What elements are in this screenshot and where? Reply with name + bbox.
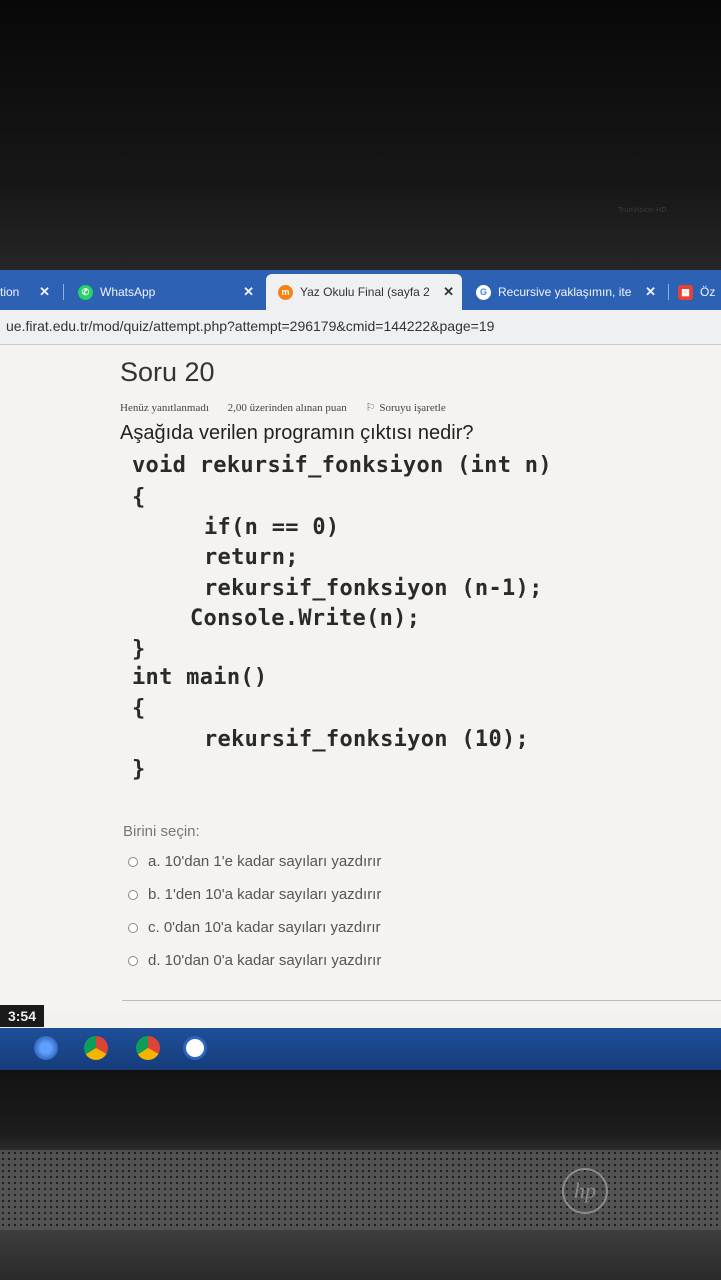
tab-label: WhatsApp	[100, 285, 156, 299]
whatsapp-icon: ✆	[78, 284, 93, 300]
tab-whatsapp[interactable]: ✆ WhatsApp ✕	[78, 276, 262, 308]
bezel-ridge	[0, 180, 721, 270]
chrome-icon[interactable]	[84, 1036, 108, 1060]
answer-option-a[interactable]: a. 10'dan 1'e kadar sayıları yazdırır	[128, 853, 381, 870]
question-text: Aşağıda verilen programın çıktısı nedir?	[120, 422, 474, 444]
tab-separator	[63, 284, 64, 300]
moodle-icon: m	[278, 284, 293, 300]
tab-separator	[668, 284, 669, 300]
radio-button[interactable]	[128, 856, 138, 867]
radio-button[interactable]	[128, 922, 138, 933]
flag-icon[interactable]: ⚐	[366, 402, 376, 414]
code-line: void rekursif_fonksiyon (int n)	[132, 453, 552, 478]
code-line: int main()	[132, 665, 268, 690]
option-label[interactable]: b. 1'den 10'a kadar sayıları yazdırır	[148, 886, 381, 903]
quiz-page: Soru 20 Henüz yanıtlanmadı 2,00 üzerinde…	[0, 345, 721, 1010]
code-line: rekursif_fonksiyon (n-1);	[204, 576, 543, 601]
option-label[interactable]: c. 0'dan 10'a kadar sayıları yazdırır	[148, 919, 381, 936]
url-text[interactable]: ue.firat.edu.tr/mod/quiz/attempt.php?att…	[6, 318, 494, 334]
question-info: Henüz yanıtlanmadı 2,00 üzerinden alınan…	[120, 401, 462, 414]
hp-logo: hp	[562, 1168, 608, 1214]
tab-label: Recursive yaklaşımın, ite	[498, 285, 632, 299]
close-icon[interactable]: ✕	[39, 284, 50, 300]
tab-google-search[interactable]: G Recursive yaklaşımın, ite ✕	[476, 276, 664, 308]
code-line: return;	[204, 545, 299, 570]
address-bar[interactable]: ue.firat.edu.tr/mod/quiz/attempt.php?att…	[0, 310, 721, 345]
close-icon[interactable]: ✕	[243, 284, 254, 300]
divider	[122, 1000, 721, 1001]
code-line: }	[132, 637, 146, 662]
google-icon: G	[476, 284, 491, 300]
question-points: 2,00 üzerinden alınan puan	[227, 402, 347, 414]
app-icon: ▦	[678, 284, 693, 300]
code-line: Console.Write(n);	[190, 606, 421, 631]
start-orb-icon[interactable]	[34, 1036, 58, 1060]
tab-label: Yaz Okulu Final (sayfa 2	[300, 285, 430, 299]
laptop-lower-bezel: hp	[0, 1070, 721, 1280]
radio-button[interactable]	[128, 955, 138, 966]
code-line: {	[132, 485, 146, 510]
tab-partial[interactable]: tion ✕	[0, 276, 58, 308]
taskbar	[0, 1028, 721, 1070]
teamviewer-icon[interactable]	[183, 1036, 207, 1060]
close-icon[interactable]: ✕	[645, 284, 656, 300]
webcam-label: TrueVision HD	[618, 206, 667, 214]
answer-option-b[interactable]: b. 1'den 10'a kadar sayıları yazdırır	[128, 886, 381, 903]
option-label[interactable]: a. 10'dan 1'e kadar sayıları yazdırır	[148, 853, 381, 870]
answer-prompt: Birini seçin:	[123, 823, 200, 840]
answer-option-c[interactable]: c. 0'dan 10'a kadar sayıları yazdırır	[128, 919, 381, 936]
tab-strip: tion ✕ ✆ WhatsApp ✕ m Yaz Okulu Final (s…	[0, 270, 721, 310]
screen: tion ✕ ✆ WhatsApp ✕ m Yaz Okulu Final (s…	[0, 270, 721, 1070]
radio-button[interactable]	[128, 889, 138, 900]
speaker-grille	[0, 1150, 721, 1230]
taskbar-clock[interactable]: 3:54	[0, 1005, 44, 1027]
close-icon[interactable]: ✕	[443, 284, 454, 300]
tab-label: Öz	[700, 285, 716, 299]
code-line: if(n == 0)	[204, 515, 340, 540]
flag-question-link[interactable]: Soruyu işaretle	[379, 402, 445, 414]
code-line: }	[132, 757, 146, 782]
tab-partial-right[interactable]: ▦ Öz	[678, 276, 721, 308]
question-status: Henüz yanıtlanmadı	[120, 402, 209, 414]
option-label[interactable]: d. 10'dan 0'a kadar sayıları yazdırır	[148, 952, 381, 969]
answer-option-d[interactable]: d. 10'dan 0'a kadar sayıları yazdırır	[128, 952, 381, 969]
code-line: {	[132, 696, 146, 721]
tab-quiz-active[interactable]: m Yaz Okulu Final (sayfa 2 ✕	[266, 274, 462, 310]
code-line: rekursif_fonksiyon (10);	[204, 727, 530, 752]
monitor-top-bezel: TrueVision HD	[0, 0, 721, 270]
question-title: Soru 20	[120, 357, 215, 387]
chrome-icon[interactable]	[136, 1036, 160, 1060]
tab-label: tion	[0, 285, 20, 299]
